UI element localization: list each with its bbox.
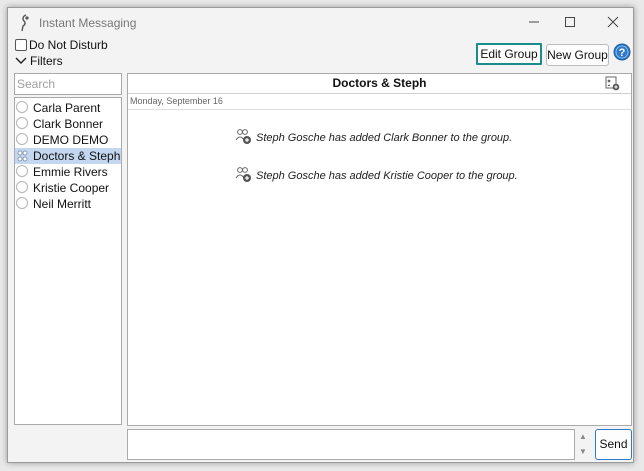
filters-label: Filters bbox=[30, 54, 63, 68]
chat-title: Doctors & Steph bbox=[332, 76, 427, 90]
contact-item[interactable]: Neil Merritt bbox=[15, 196, 121, 212]
edit-group-button[interactable]: Edit Group bbox=[476, 43, 542, 65]
contact-item[interactable]: Kristie Cooper bbox=[15, 180, 121, 196]
contact-name: Emmie Rivers bbox=[33, 165, 108, 179]
contact-name: Doctors & Steph bbox=[33, 149, 121, 163]
contact-item[interactable]: Emmie Rivers bbox=[15, 164, 121, 180]
help-icon[interactable]: ? bbox=[613, 43, 631, 61]
presence-indicator bbox=[16, 133, 28, 145]
add-user-icon bbox=[235, 167, 251, 182]
presence-indicator bbox=[16, 197, 28, 209]
group-icon bbox=[17, 150, 28, 162]
date-divider: Monday, September 16 bbox=[128, 95, 631, 110]
svg-text:?: ? bbox=[619, 47, 626, 59]
chat-date: Monday, September 16 bbox=[130, 96, 223, 106]
message-compose-input[interactable] bbox=[127, 429, 575, 460]
chevron-down-icon bbox=[15, 57, 27, 64]
im-window: Instant Messaging Do Not Disturb Filters… bbox=[7, 7, 634, 463]
close-button[interactable] bbox=[602, 13, 624, 33]
do-not-disturb-label: Do Not Disturb bbox=[29, 38, 108, 52]
send-button[interactable]: Send bbox=[595, 429, 632, 460]
presence-indicator bbox=[16, 165, 28, 177]
presence-indicator bbox=[16, 117, 28, 129]
do-not-disturb-checkbox[interactable] bbox=[15, 39, 27, 51]
add-member-icon[interactable] bbox=[605, 76, 620, 91]
scroll-down-arrow[interactable]: ▼ bbox=[577, 445, 589, 459]
search-input[interactable] bbox=[14, 73, 122, 95]
presence-indicator bbox=[16, 101, 28, 113]
maximize-icon bbox=[565, 17, 575, 27]
add-user-icon bbox=[235, 129, 251, 144]
chat-header: Doctors & Steph bbox=[128, 74, 631, 94]
system-message-text: Steph Gosche has added Kristie Cooper to… bbox=[256, 170, 518, 182]
chat-panel: Doctors & Steph Monday, September 16 Ste… bbox=[127, 73, 632, 426]
window-title: Instant Messaging bbox=[39, 16, 137, 30]
contact-name: Neil Merritt bbox=[33, 197, 92, 211]
contact-name: Kristie Cooper bbox=[33, 181, 110, 195]
minimize-icon bbox=[529, 21, 539, 23]
contact-name: Clark Bonner bbox=[33, 117, 104, 131]
system-message-text: Steph Gosche has added Clark Bonner to t… bbox=[256, 132, 513, 144]
contact-item[interactable]: DEMO DEMO bbox=[15, 132, 121, 148]
maximize-button[interactable] bbox=[559, 13, 581, 33]
minimize-button[interactable] bbox=[523, 13, 545, 33]
contact-item[interactable]: Carla Parent bbox=[15, 100, 121, 116]
title-bar: Instant Messaging bbox=[8, 8, 633, 38]
contact-name: Carla Parent bbox=[33, 101, 101, 115]
contact-name: DEMO DEMO bbox=[33, 133, 109, 147]
close-icon bbox=[607, 16, 619, 28]
contact-list: Carla Parent Clark Bonner DEMO DEMO Doctors… bbox=[14, 97, 122, 425]
contact-item[interactable]: Clark Bonner bbox=[15, 116, 121, 132]
app-icon bbox=[21, 14, 29, 32]
scroll-up-arrow[interactable]: ▲ bbox=[577, 430, 589, 444]
presence-indicator bbox=[16, 181, 28, 193]
contact-item[interactable]: Doctors & Steph bbox=[15, 148, 121, 164]
new-group-button[interactable]: New Group bbox=[546, 44, 609, 66]
